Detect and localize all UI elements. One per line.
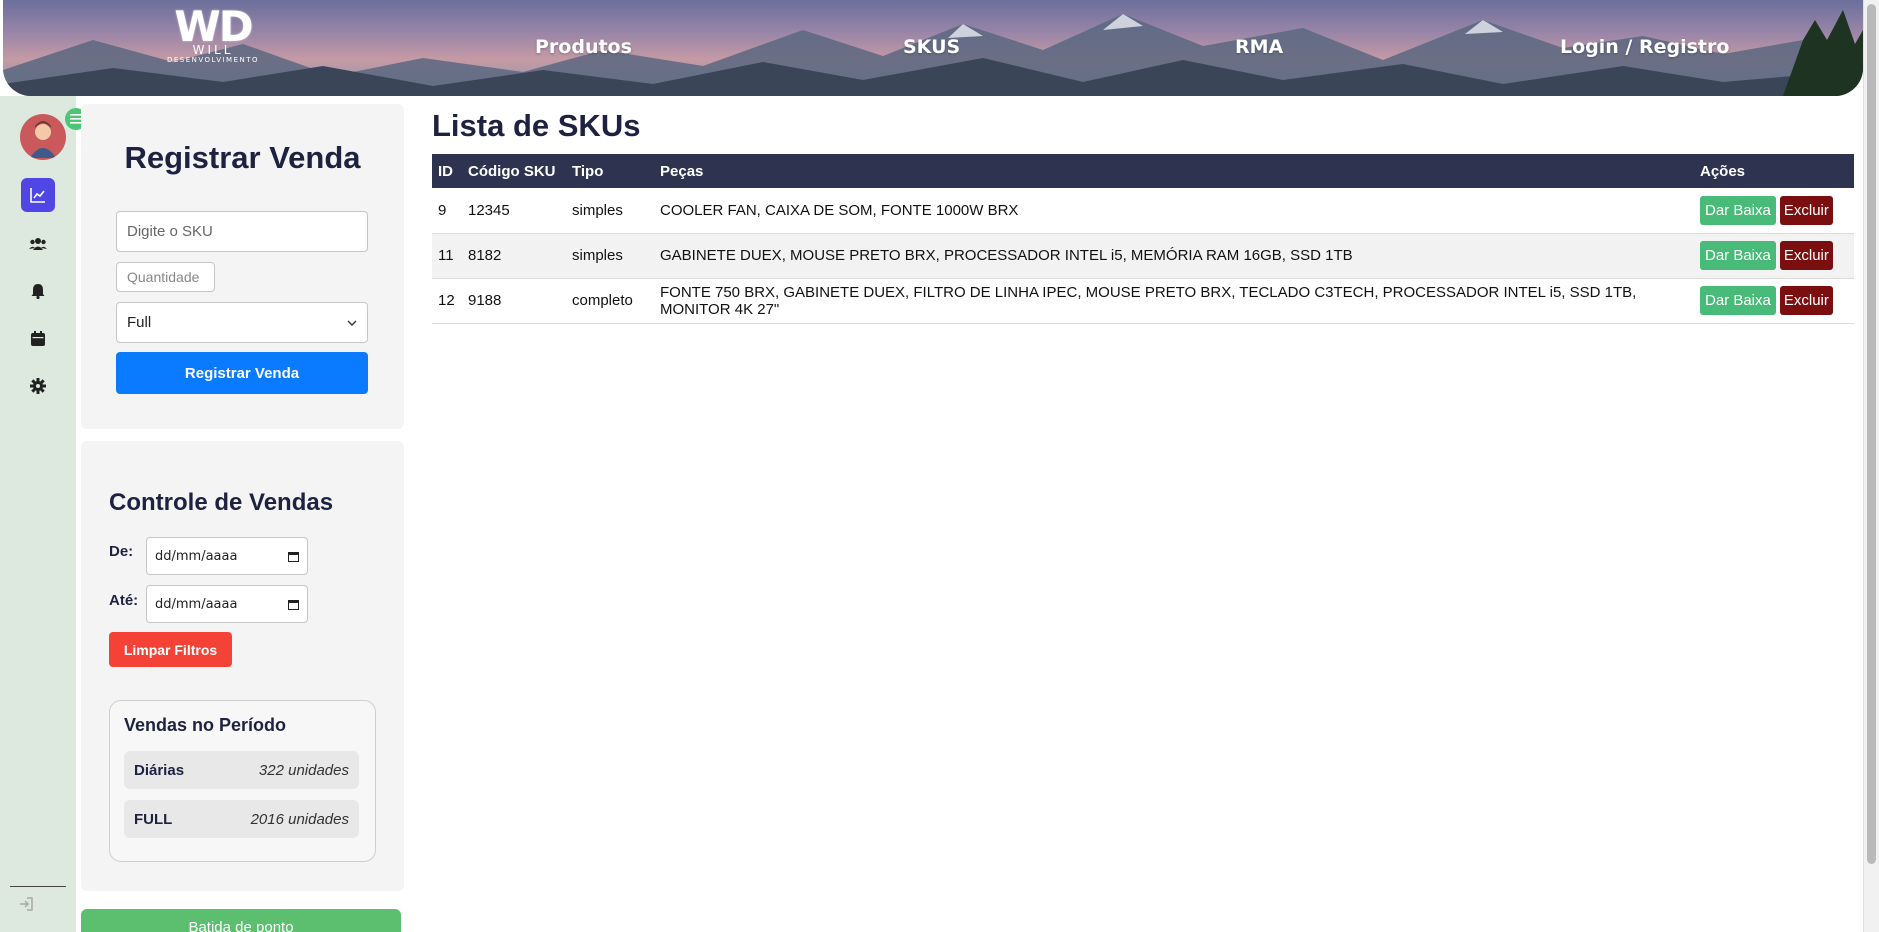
calendar-icon[interactable] [21, 321, 55, 355]
excluir-button[interactable]: Excluir [1779, 286, 1833, 315]
cell-acoes: Dar Baixa Excluir [1694, 188, 1854, 234]
de-label: De: [109, 543, 134, 560]
nav-rma[interactable]: RMA [1235, 36, 1283, 58]
vendas-row-value: 322 unidades [258, 761, 349, 779]
dar-baixa-button[interactable]: Dar Baixa [1700, 286, 1776, 315]
cell-acoes: Dar Baixa Excluir [1694, 233, 1854, 279]
excluir-button[interactable]: Excluir [1779, 195, 1833, 225]
cell-acoes: Dar Baixa Excluir [1694, 278, 1854, 324]
users-icon[interactable] [21, 227, 55, 261]
vendas-periodo-card: Vendas no Período Diárias 322 unidades F… [109, 700, 376, 862]
brand-logo[interactable]: WD WILL DESENVOLVIMENTO [163, 6, 263, 65]
table-row: 12 9188 completo FONTE 750 BRX, GABINETE… [432, 278, 1854, 324]
limpar-filtros-button[interactable]: Limpar Filtros [109, 632, 232, 667]
cell-id: 9 [432, 188, 462, 234]
logo-tagline: DESENVOLVIMENTO [166, 56, 260, 64]
column-header-id: ID [432, 154, 462, 188]
dar-baixa-button[interactable]: Dar Baixa [1700, 195, 1776, 225]
cell-pecas: FONTE 750 BRX, GABINETE DUEX, FILTRO DE … [654, 278, 1694, 324]
date-from-placeholder: dd/mm/aaaa [155, 548, 238, 564]
batida-de-ponto-button[interactable]: Batida de ponto [81, 909, 401, 932]
chevron-down-icon [347, 320, 357, 326]
sku-table: ID Código SKU Tipo Peças Ações 9 12345 s… [432, 154, 1854, 324]
registrar-venda-panel: Registrar Venda Digite o SKU Quantidade … [81, 104, 404, 429]
vendas-row-label: Diárias [134, 761, 185, 779]
tipo-select[interactable]: Full [116, 302, 368, 343]
excluir-button[interactable]: Excluir [1779, 241, 1833, 270]
column-header-pecas: Peças [654, 154, 1694, 188]
dar-baixa-button[interactable]: Dar Baixa [1700, 241, 1776, 270]
date-to-placeholder: dd/mm/aaaa [155, 596, 238, 612]
logo-initials: WD [174, 2, 253, 51]
cell-id: 12 [432, 278, 462, 324]
table-header-row: ID Código SKU Tipo Peças Ações [432, 154, 1854, 188]
cell-tipo: completo [566, 278, 654, 324]
avatar[interactable] [20, 114, 66, 160]
column-header-acoes: Ações [1694, 154, 1854, 188]
ate-label: Até: [109, 592, 139, 609]
controle-vendas-panel: Controle de Vendas De: dd/mm/aaaa Até: d… [81, 441, 404, 891]
cell-pecas: COOLER FAN, CAIXA DE SOM, FONTE 1000W BR… [654, 188, 1694, 234]
cell-codigo: 9188 [462, 278, 566, 324]
nav-skus[interactable]: SKUS [903, 36, 960, 58]
scrollbar-thumb[interactable] [1867, 4, 1876, 864]
table-row: 11 8182 simples GABINETE DUEX, MOUSE PRE… [432, 233, 1854, 279]
header-banner: WD WILL DESENVOLVIMENTO Produtos SKUS RM… [3, 0, 1863, 96]
quantity-input[interactable]: Quantidade [116, 262, 215, 292]
bell-icon[interactable] [21, 274, 55, 308]
cell-codigo: 12345 [462, 188, 566, 234]
vendas-row-full: FULL 2016 unidades [124, 800, 359, 838]
sidebar-divider [10, 886, 66, 887]
chart-line-icon[interactable] [21, 178, 55, 212]
column-header-tipo: Tipo [566, 154, 654, 188]
date-to-input[interactable]: dd/mm/aaaa [146, 585, 308, 623]
column-header-codigo: Código SKU [462, 154, 566, 188]
gear-icon[interactable] [21, 369, 55, 403]
table-row: 9 12345 simples COOLER FAN, CAIXA DE SOM… [432, 188, 1854, 234]
cell-id: 11 [432, 233, 462, 279]
page-title: Lista de SKUs [432, 108, 641, 143]
controle-vendas-title: Controle de Vendas [109, 489, 334, 516]
vendas-row-value: 2016 unidades [250, 810, 349, 828]
nav-produtos[interactable]: Produtos [535, 36, 632, 58]
tipo-select-value: Full [127, 314, 152, 331]
cell-codigo: 8182 [462, 233, 566, 279]
sign-in-icon[interactable] [19, 896, 39, 916]
registrar-venda-button[interactable]: Registrar Venda [116, 352, 368, 394]
calendar-icon[interactable] [288, 599, 299, 610]
cell-pecas: GABINETE DUEX, MOUSE PRETO BRX, PROCESSA… [654, 233, 1694, 279]
cell-tipo: simples [566, 188, 654, 234]
vertical-scrollbar[interactable] [1863, 0, 1879, 932]
nav-login-registro[interactable]: Login / Registro [1560, 36, 1729, 58]
sku-input[interactable]: Digite o SKU [116, 211, 368, 252]
calendar-icon[interactable] [288, 551, 299, 562]
registrar-venda-title: Registrar Venda [124, 140, 361, 175]
icon-sidebar [0, 96, 87, 932]
cell-tipo: simples [566, 233, 654, 279]
date-from-input[interactable]: dd/mm/aaaa [146, 537, 308, 575]
vendas-periodo-title: Vendas no Período [124, 715, 287, 735]
vendas-row-label: FULL [134, 810, 173, 828]
vendas-row-diarias: Diárias 322 unidades [124, 751, 359, 789]
